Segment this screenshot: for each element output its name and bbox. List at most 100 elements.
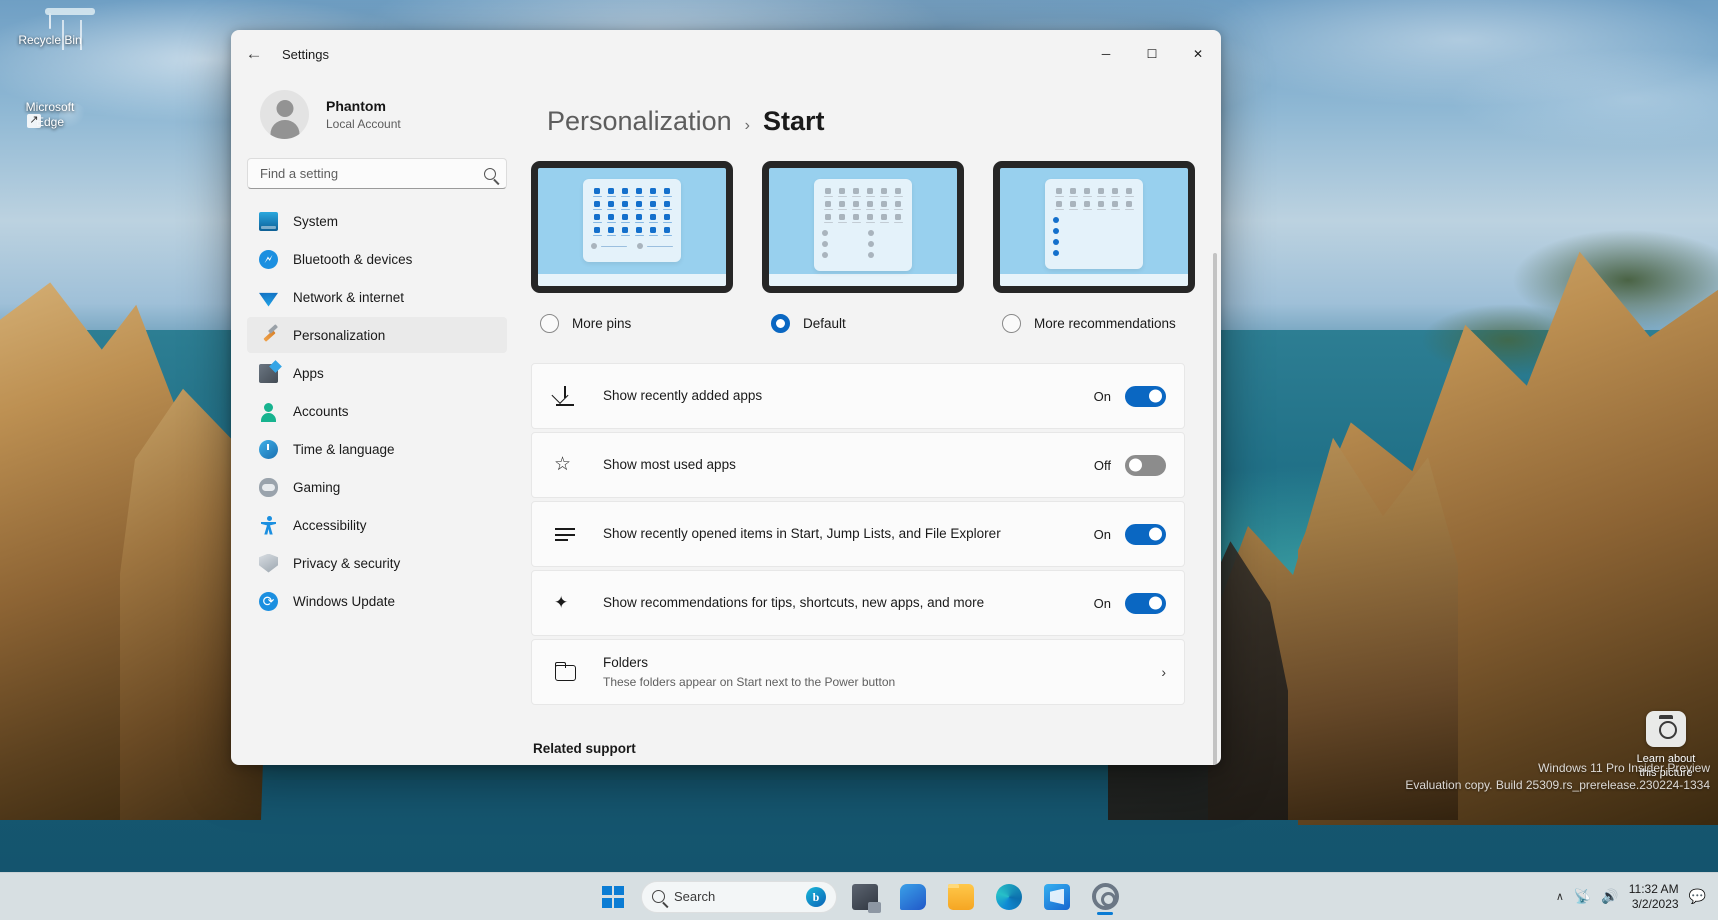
sidebar-item-time-language[interactable]: Time & language: [247, 431, 507, 467]
windows-insider-watermark: Windows 11 Pro Insider Preview Evaluatio…: [1405, 760, 1710, 794]
toggle-state-label: On: [1089, 527, 1111, 542]
radio-row-more-pins[interactable]: More pins: [531, 314, 733, 333]
content-scrollbar[interactable]: [1213, 253, 1217, 765]
search-setting-box[interactable]: [247, 158, 507, 189]
taskbar-app-file-explorer[interactable]: [941, 877, 981, 917]
toggle-state-label: Off: [1089, 458, 1111, 473]
close-button[interactable]: ✕: [1175, 30, 1221, 78]
more-pins-preview[interactable]: [531, 161, 733, 293]
download-icon: [554, 385, 576, 407]
toggle-show-recently-opened-items[interactable]: [1125, 524, 1166, 545]
sidebar-item-label: Bluetooth & devices: [293, 252, 412, 267]
setting-title: Show recently opened items in Start, Jum…: [603, 526, 1001, 541]
sidebar-item-apps[interactable]: Apps: [247, 355, 507, 391]
sidebar-item-gaming[interactable]: Gaming: [247, 469, 507, 505]
clock[interactable]: 11:32 AM 3/2/2023: [1629, 882, 1679, 912]
settings-gear-icon: [1092, 883, 1119, 910]
taskbar: Search b ∧ 📡 🔊 11:32 AM 3/2/2023: [0, 872, 1718, 920]
taskbar-app-chat[interactable]: [893, 877, 933, 917]
desktop-icon-recycle-bin[interactable]: Recycle Bin: [5, 14, 95, 48]
sidebar-item-network-internet[interactable]: Network & internet: [247, 279, 507, 315]
notifications-icon[interactable]: 💬: [1689, 888, 1706, 905]
taskbar-app-task-view[interactable]: [845, 877, 885, 917]
sidebar-item-accounts[interactable]: Accounts: [247, 393, 507, 429]
search-input[interactable]: [260, 166, 484, 181]
sidebar-item-label: Privacy & security: [293, 556, 400, 571]
account-card[interactable]: Phantom Local Account: [247, 78, 507, 155]
breadcrumb-parent[interactable]: Personalization: [547, 106, 732, 137]
taskbar-app-store[interactable]: [1037, 877, 1077, 917]
setting-row-show-recommendations[interactable]: ✦ Show recommendations for tips, shortcu…: [531, 570, 1185, 636]
taskbar-app-settings[interactable]: [1085, 877, 1125, 917]
setting-row-folders[interactable]: Folders These folders appear on Start ne…: [531, 639, 1185, 705]
start-button[interactable]: [593, 877, 633, 917]
radio-row-default[interactable]: Default: [762, 314, 964, 333]
sidebar-item-personalization[interactable]: Personalization: [247, 317, 507, 353]
default-preview[interactable]: [762, 161, 964, 293]
toggle-show-recommendations[interactable]: [1125, 593, 1166, 614]
toggle-state-label: On: [1089, 596, 1111, 611]
chevron-right-icon: ›: [745, 117, 750, 135]
volume-icon[interactable]: 🔊: [1601, 888, 1618, 905]
setting-row-show-recently-opened-items[interactable]: Show recently opened items in Start, Jum…: [531, 501, 1185, 567]
more-recommendations-preview[interactable]: [993, 161, 1195, 293]
system-icon: [259, 212, 278, 231]
radio-row-more-recommendations[interactable]: More recommendations: [993, 314, 1195, 333]
network-icon: [259, 288, 278, 307]
sidebar-item-label: Time & language: [293, 442, 395, 457]
content-pane: Personalization › Start: [519, 78, 1221, 765]
sidebar-item-windows-update[interactable]: Windows Update: [247, 583, 507, 619]
sidebar-item-bluetooth-devices[interactable]: Bluetooth & devices: [247, 241, 507, 277]
chevron-right-icon[interactable]: ›: [1161, 664, 1166, 680]
watermark-line1: Windows 11 Pro Insider Preview: [1405, 760, 1710, 777]
taskbar-search-box[interactable]: Search b: [641, 881, 837, 913]
setting-row-show-recently-added-apps[interactable]: Show recently added apps On: [531, 363, 1185, 429]
account-type: Local Account: [326, 116, 401, 133]
settings-window: ← Settings ─ ☐ ✕ Phantom Local Account: [231, 30, 1221, 765]
sidebar-item-accessibility[interactable]: Accessibility: [247, 507, 507, 543]
sidebar-item-system[interactable]: System: [247, 203, 507, 239]
settings-card-list: Show recently added apps On ☆ Show most …: [531, 363, 1185, 705]
taskbar-app-edge[interactable]: [989, 877, 1029, 917]
radio-more-recommendations[interactable]: [1002, 314, 1021, 333]
minimize-button[interactable]: ─: [1083, 30, 1129, 78]
active-indicator: [1097, 912, 1113, 915]
bing-icon: b: [806, 887, 826, 907]
desktop-icon-microsoft-edge[interactable]: ↗ Microsoft Edge: [5, 96, 95, 130]
edge-icon: [996, 884, 1022, 910]
sparkle-icon: ✦: [554, 592, 576, 614]
folder-icon: [554, 661, 576, 683]
toggle-show-recently-added-apps[interactable]: [1125, 386, 1166, 407]
setting-title: Show most used apps: [603, 457, 736, 472]
radio-more-pins[interactable]: [540, 314, 559, 333]
layout-option-more-recommendations[interactable]: More recommendations: [993, 161, 1195, 333]
layout-option-more-pins[interactable]: More pins: [531, 161, 733, 333]
sidebar-item-privacy-security[interactable]: Privacy & security: [247, 545, 507, 581]
accessibility-icon: [259, 516, 278, 535]
camera-icon: [1646, 711, 1686, 747]
network-icon[interactable]: 📡: [1574, 888, 1591, 905]
account-name: Phantom: [326, 97, 401, 115]
radio-label: More pins: [572, 316, 631, 331]
toggle-state-label: On: [1089, 389, 1111, 404]
gamepad-icon: [259, 478, 278, 497]
setting-row-show-most-used-apps[interactable]: ☆ Show most used apps Off: [531, 432, 1185, 498]
sidebar-item-label: Accessibility: [293, 518, 367, 533]
clock-time: 11:32 AM: [1629, 882, 1679, 896]
window-titlebar: ← Settings ─ ☐ ✕: [231, 30, 1221, 78]
layout-option-default[interactable]: Default: [762, 161, 964, 333]
setting-subtitle: These folders appear on Start next to th…: [603, 674, 1161, 691]
chevron-up-icon[interactable]: ∧: [1556, 890, 1564, 903]
store-icon: [1044, 884, 1070, 910]
windows-logo-icon: [602, 886, 624, 908]
clock-date: 3/2/2023: [1632, 897, 1679, 911]
maximize-button[interactable]: ☐: [1129, 30, 1175, 78]
taskbar-center-group: Search b: [593, 873, 1125, 920]
radio-default[interactable]: [771, 314, 790, 333]
update-icon: [259, 592, 278, 611]
back-button[interactable]: ←: [237, 37, 271, 71]
radio-label: Default: [803, 316, 846, 331]
toggle-show-most-used-apps[interactable]: [1125, 455, 1166, 476]
recycle-bin-icon: [5, 14, 95, 29]
clock-icon: [259, 440, 278, 459]
